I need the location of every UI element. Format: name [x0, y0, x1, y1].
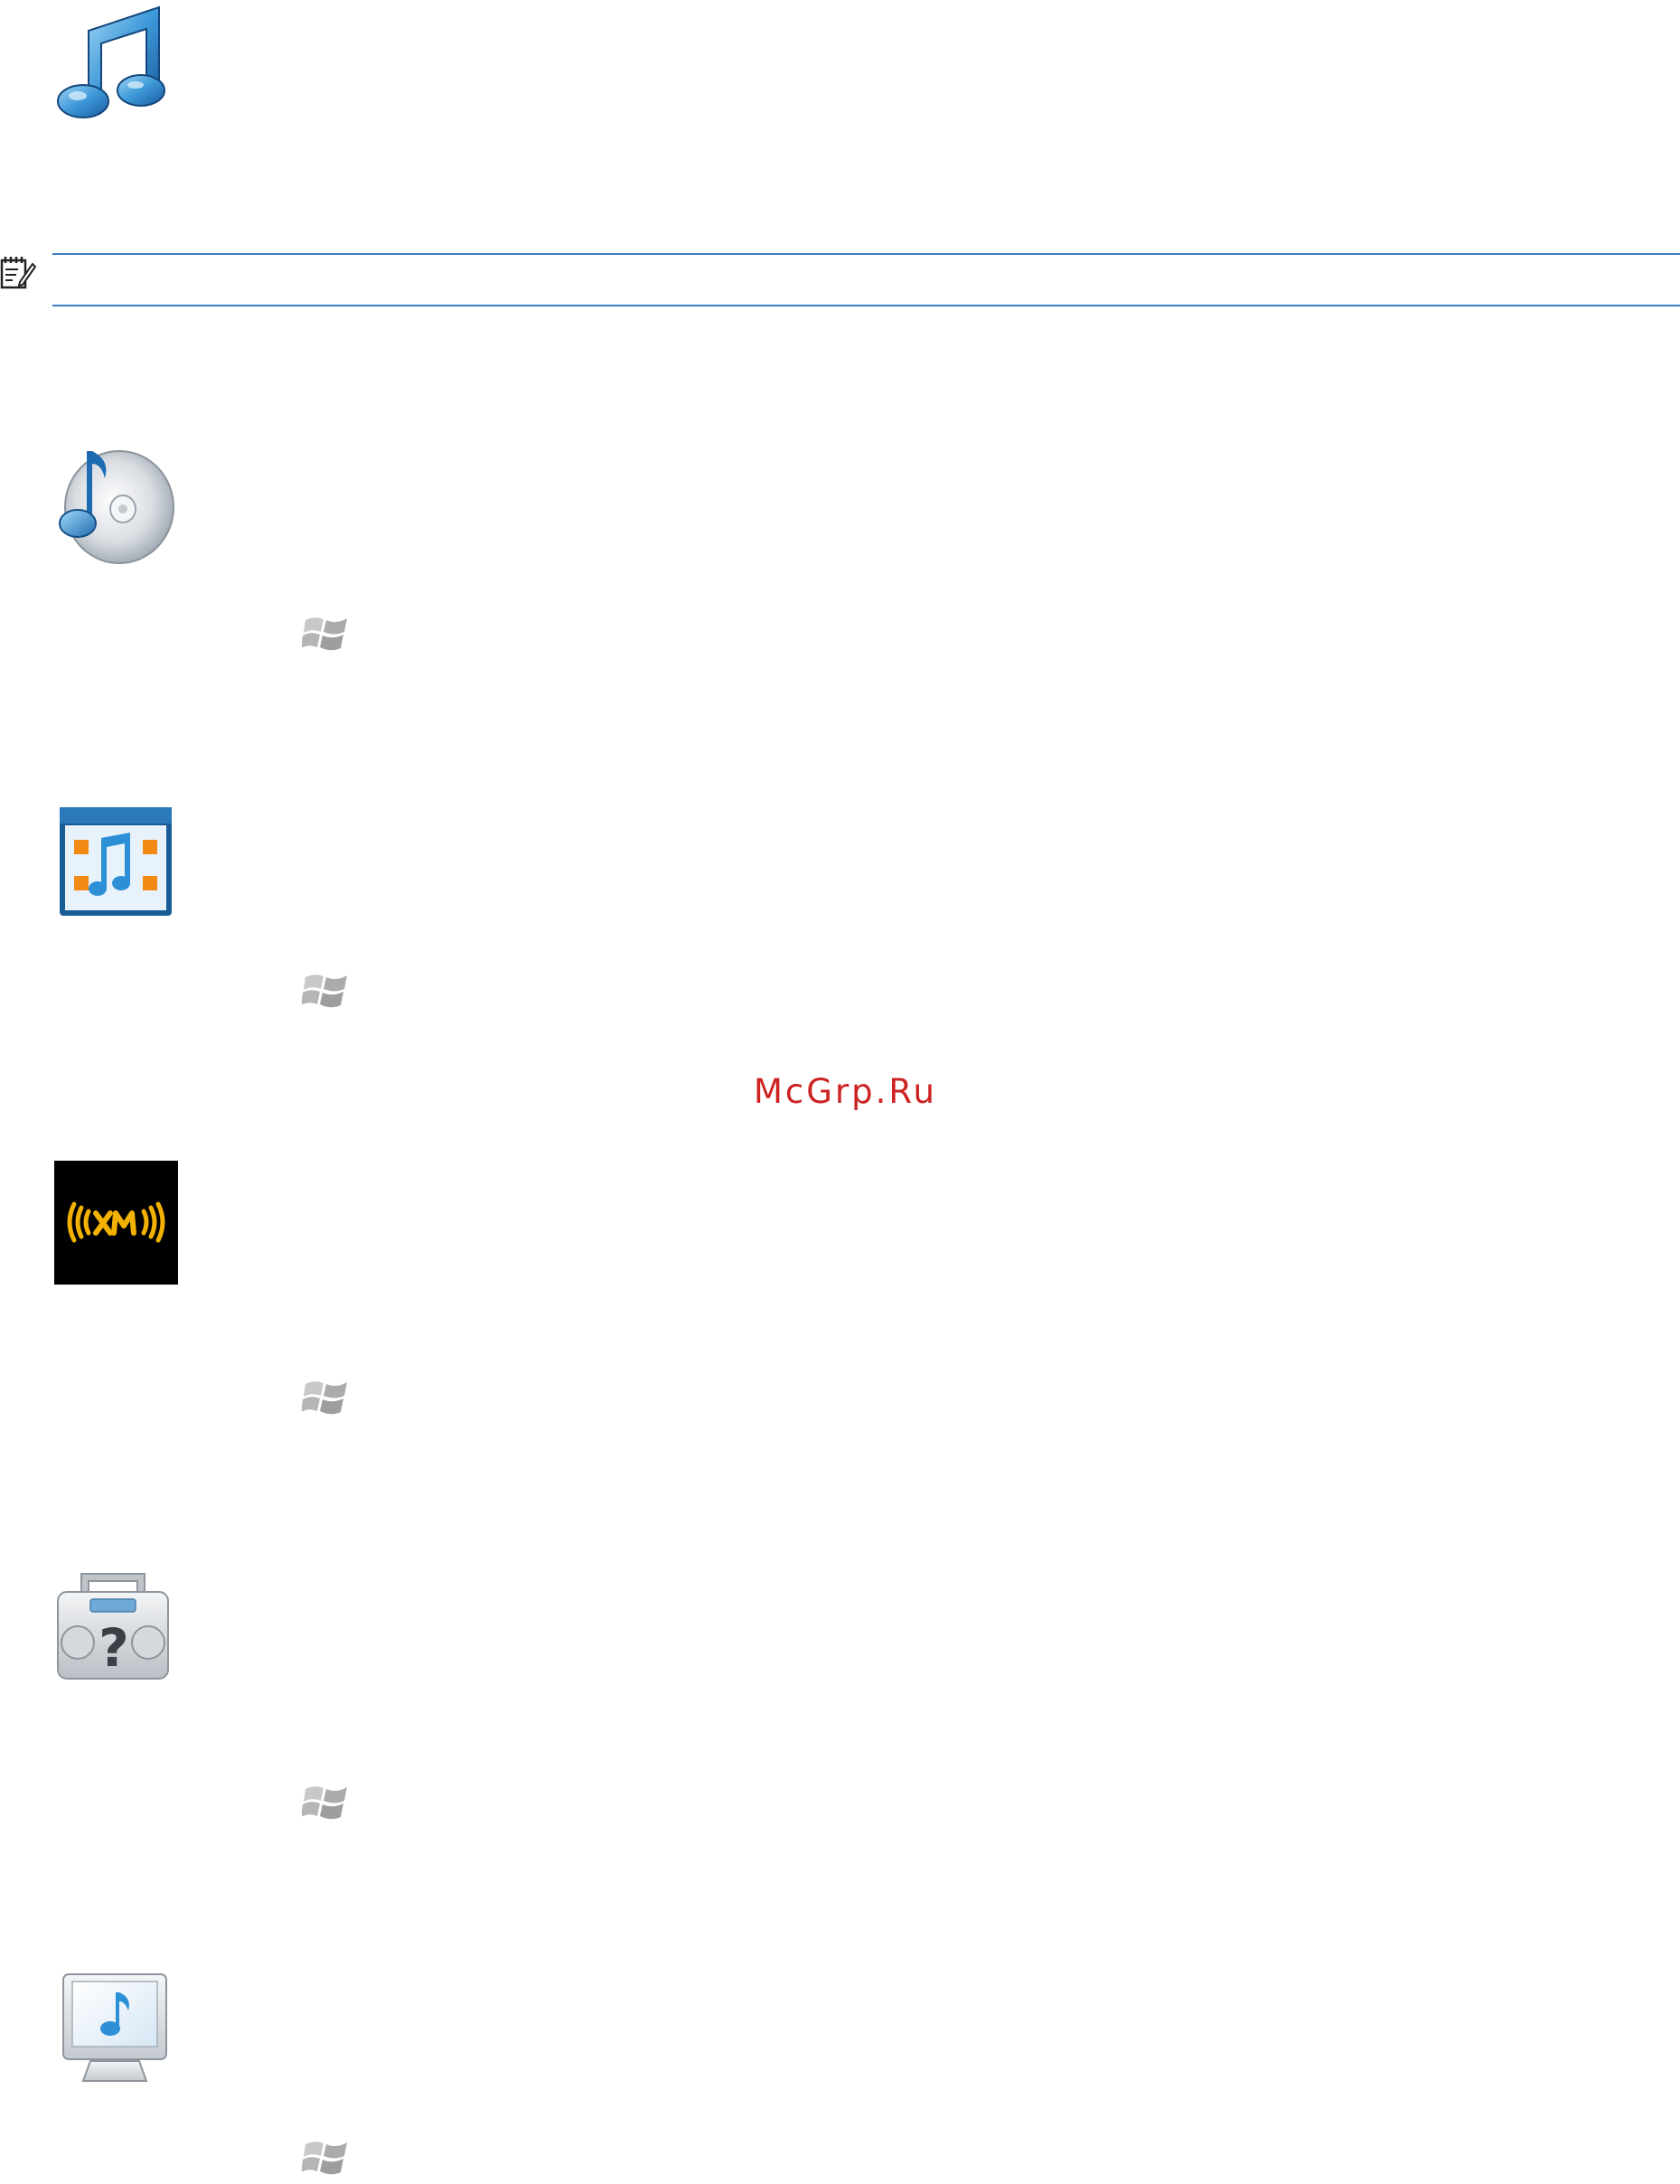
music-cd-icon: [59, 450, 174, 564]
windows-logo-icon: [302, 1381, 347, 1415]
windows-logo-icon: [302, 617, 347, 651]
note-bottom-rule: [52, 305, 1680, 306]
music-monitor-icon: [62, 1973, 167, 2082]
svg-text:?: ?: [99, 1617, 129, 1679]
note-top-rule: [52, 253, 1680, 255]
watermark: McGrp.Ru: [754, 1072, 937, 1111]
windows-logo-icon: [302, 974, 347, 1008]
windows-logo-icon: [302, 2142, 347, 2175]
xm-radio-icon: [54, 1161, 178, 1285]
note-icon: [0, 257, 36, 289]
windows-logo-icon: [302, 1786, 347, 1820]
boombox-help-icon: ?: [57, 1573, 169, 1680]
music-library-icon: [60, 807, 172, 916]
music-notes-icon: [57, 5, 165, 118]
